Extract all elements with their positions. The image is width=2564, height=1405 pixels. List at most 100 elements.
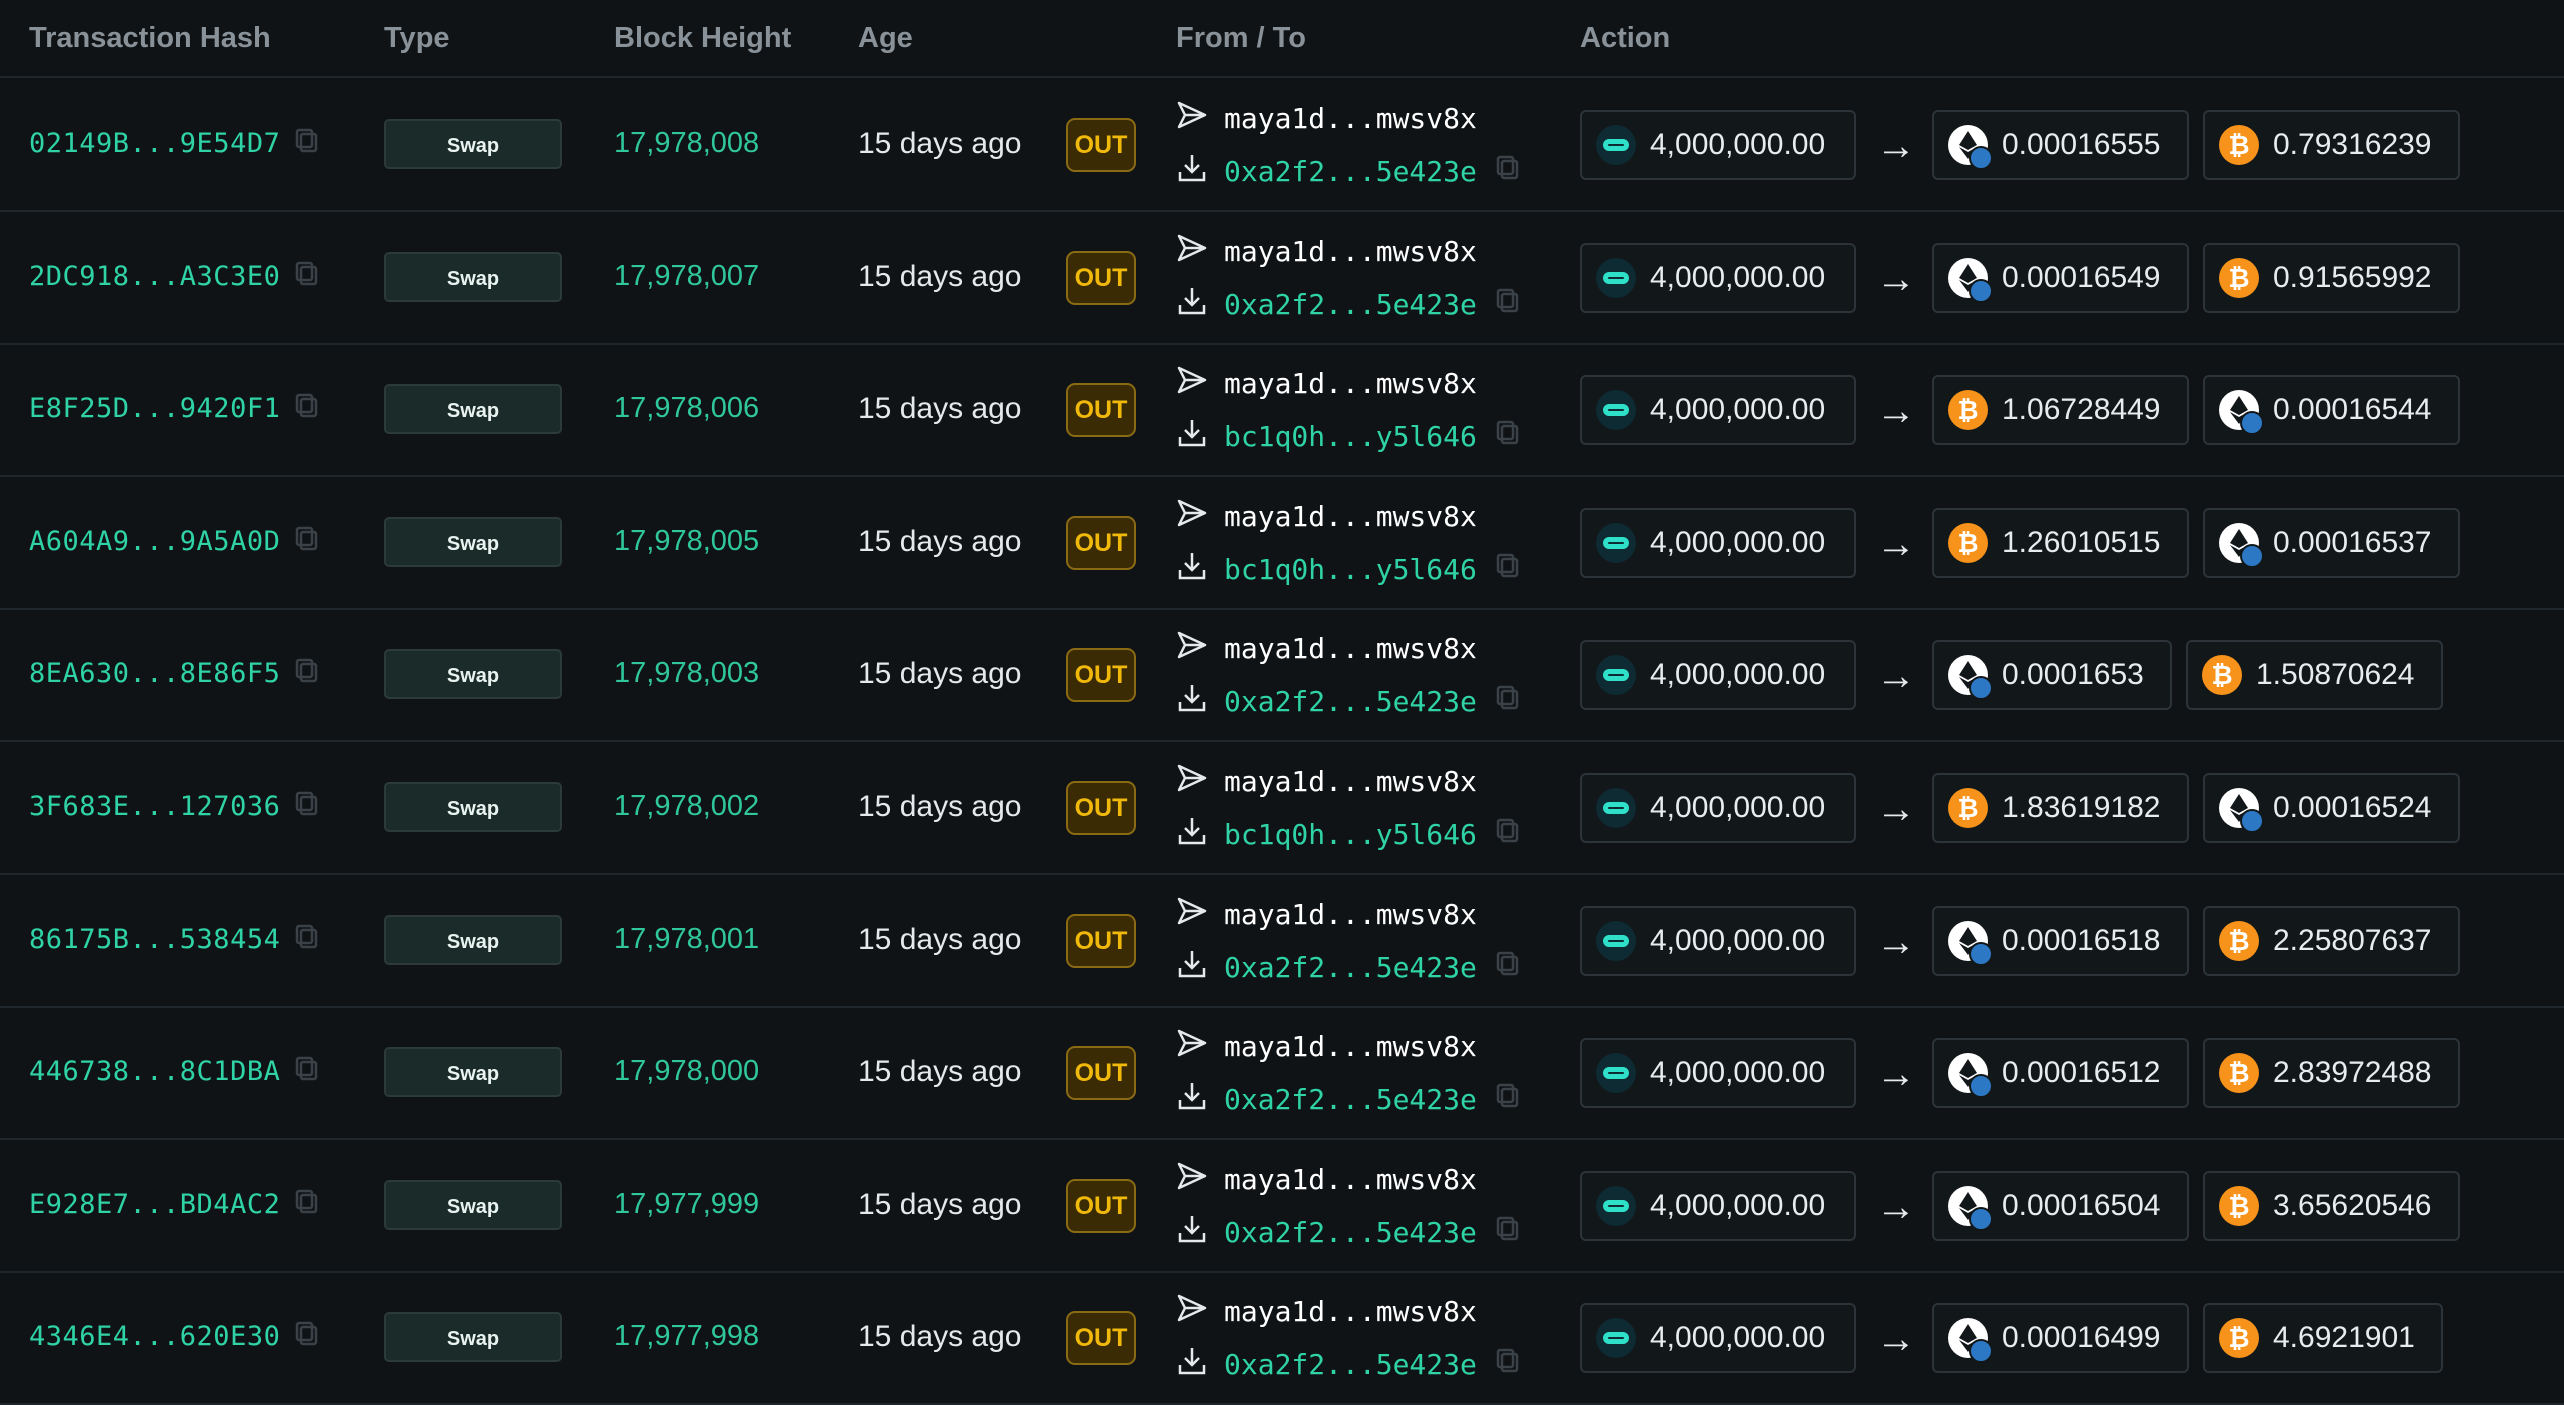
copy-icon[interactable]: [1495, 950, 1537, 985]
to-address[interactable]: bc1q0h...y5l646: [1176, 417, 1537, 456]
transaction-hash-text[interactable]: 446738...8C1DBA: [29, 1056, 280, 1087]
transaction-hash-text[interactable]: 3F683E...127036: [29, 791, 280, 822]
to-address[interactable]: 0xa2f2...5e423e: [1176, 1213, 1537, 1252]
block-height-link[interactable]: 17,978,000: [614, 1055, 759, 1088]
copy-icon[interactable]: [294, 127, 320, 162]
bitcoin-icon: ₿: [2202, 655, 2242, 696]
from-address[interactable]: maya1d...mwsv8x: [1176, 498, 1477, 535]
block-height-link[interactable]: 17,978,005: [614, 525, 759, 558]
to-address-text[interactable]: bc1q0h...y5l646: [1224, 553, 1477, 586]
to-address-text[interactable]: 0xa2f2...5e423e: [1224, 1083, 1477, 1116]
to-address-text[interactable]: bc1q0h...y5l646: [1224, 818, 1477, 851]
from-address[interactable]: maya1d...mwsv8x: [1176, 1161, 1477, 1198]
from-address-text[interactable]: maya1d...mwsv8x: [1224, 367, 1477, 400]
to-address-text[interactable]: 0xa2f2...5e423e: [1224, 685, 1477, 718]
from-address-text[interactable]: maya1d...mwsv8x: [1224, 102, 1477, 135]
copy-icon[interactable]: [294, 260, 320, 295]
transaction-hash-link[interactable]: 8EA630...8E86F5: [29, 657, 320, 692]
from-address[interactable]: maya1d...mwsv8x: [1176, 1028, 1477, 1065]
transaction-hash-link[interactable]: 2DC918...A3C3E0: [29, 260, 320, 295]
copy-icon[interactable]: [1495, 154, 1537, 189]
from-address[interactable]: maya1d...mwsv8x: [1176, 365, 1477, 402]
copy-icon[interactable]: [294, 525, 320, 560]
transaction-hash-link[interactable]: 4346E4...620E30: [29, 1320, 320, 1355]
send-icon: [1176, 763, 1224, 800]
from-address[interactable]: maya1d...mwsv8x: [1176, 100, 1477, 137]
block-height-link[interactable]: 17,977,998: [614, 1320, 759, 1353]
block-height-link[interactable]: 17,978,002: [614, 790, 759, 823]
transaction-hash-text[interactable]: 02149B...9E54D7: [29, 128, 280, 159]
transaction-hash-text[interactable]: E928E7...BD4AC2: [29, 1189, 280, 1220]
copy-icon[interactable]: [1495, 1215, 1537, 1250]
block-height-link[interactable]: 17,978,003: [614, 657, 759, 690]
input-amount: 4,000,000.00: [1650, 525, 1826, 559]
to-address[interactable]: bc1q0h...y5l646: [1176, 815, 1537, 854]
transaction-hash-link[interactable]: E8F25D...9420F1: [29, 392, 320, 427]
receive-icon: [1176, 285, 1224, 324]
to-address[interactable]: 0xa2f2...5e423e: [1176, 1080, 1537, 1119]
to-address[interactable]: bc1q0h...y5l646: [1176, 550, 1537, 589]
block-height-link[interactable]: 17,978,008: [614, 127, 759, 160]
copy-icon[interactable]: [294, 392, 320, 427]
copy-icon[interactable]: [294, 923, 320, 958]
copy-icon[interactable]: [1495, 287, 1537, 322]
to-address[interactable]: 0xa2f2...5e423e: [1176, 948, 1537, 987]
transaction-hash-link[interactable]: 86175B...538454: [29, 923, 320, 958]
transaction-hash-text[interactable]: E8F25D...9420F1: [29, 393, 280, 424]
from-address-text[interactable]: maya1d...mwsv8x: [1224, 1163, 1477, 1196]
copy-icon[interactable]: [1495, 817, 1537, 852]
block-height-link[interactable]: 17,978,001: [614, 923, 759, 956]
from-address-text[interactable]: maya1d...mwsv8x: [1224, 1030, 1477, 1063]
from-address-text[interactable]: maya1d...mwsv8x: [1224, 500, 1477, 533]
from-address[interactable]: maya1d...mwsv8x: [1176, 1293, 1477, 1330]
to-address-text[interactable]: 0xa2f2...5e423e: [1224, 1216, 1477, 1249]
transaction-hash-text[interactable]: 86175B...538454: [29, 924, 280, 955]
transaction-hash-link[interactable]: E928E7...BD4AC2: [29, 1188, 320, 1223]
copy-icon[interactable]: [294, 1320, 320, 1355]
copy-icon[interactable]: [1495, 1347, 1537, 1382]
to-address-text[interactable]: 0xa2f2...5e423e: [1224, 951, 1477, 984]
from-address-text[interactable]: maya1d...mwsv8x: [1224, 765, 1477, 798]
block-height-link[interactable]: 17,978,007: [614, 260, 759, 293]
direction-badge: OUT: [1066, 383, 1136, 438]
from-address[interactable]: maya1d...mwsv8x: [1176, 233, 1477, 270]
receive-icon: [1176, 815, 1224, 854]
to-address[interactable]: 0xa2f2...5e423e: [1176, 152, 1537, 191]
to-address[interactable]: 0xa2f2...5e423e: [1176, 682, 1537, 721]
copy-icon[interactable]: [294, 790, 320, 825]
type-badge: Swap: [384, 1312, 562, 1363]
copy-icon[interactable]: [294, 1055, 320, 1090]
ethereum-icon: [2219, 522, 2264, 568]
copy-icon[interactable]: [294, 657, 320, 692]
table-row: 8EA630...8E86F5 Swap 17,978,003 15 days …: [0, 610, 2564, 743]
transaction-hash-link[interactable]: A604A9...9A5A0D: [29, 525, 320, 560]
to-address-text[interactable]: 0xa2f2...5e423e: [1224, 155, 1477, 188]
from-address-text[interactable]: maya1d...mwsv8x: [1224, 632, 1477, 665]
to-address-text[interactable]: bc1q0h...y5l646: [1224, 420, 1477, 453]
transaction-hash-link[interactable]: 02149B...9E54D7: [29, 127, 320, 162]
from-address[interactable]: maya1d...mwsv8x: [1176, 630, 1477, 667]
copy-icon[interactable]: [294, 1188, 320, 1223]
block-height-link[interactable]: 17,977,999: [614, 1188, 759, 1221]
block-height-link[interactable]: 17,978,006: [614, 392, 759, 425]
to-address[interactable]: 0xa2f2...5e423e: [1176, 285, 1537, 324]
transaction-hash-link[interactable]: 446738...8C1DBA: [29, 1055, 320, 1090]
copy-icon[interactable]: [1495, 419, 1537, 454]
copy-icon[interactable]: [1495, 552, 1537, 587]
to-address-text[interactable]: 0xa2f2...5e423e: [1224, 288, 1477, 321]
transaction-hash-text[interactable]: 4346E4...620E30: [29, 1321, 280, 1352]
to-address-text[interactable]: 0xa2f2...5e423e: [1224, 1348, 1477, 1381]
transaction-hash-text[interactable]: A604A9...9A5A0D: [29, 526, 280, 557]
from-address-text[interactable]: maya1d...mwsv8x: [1224, 235, 1477, 268]
copy-icon[interactable]: [1495, 684, 1537, 719]
transaction-hash-text[interactable]: 8EA630...8E86F5: [29, 658, 280, 689]
transaction-hash-link[interactable]: 3F683E...127036: [29, 790, 320, 825]
from-address[interactable]: maya1d...mwsv8x: [1176, 763, 1477, 800]
from-address-text[interactable]: maya1d...mwsv8x: [1224, 1295, 1477, 1328]
transaction-hash-text[interactable]: 2DC918...A3C3E0: [29, 261, 280, 292]
from-address[interactable]: maya1d...mwsv8x: [1176, 896, 1477, 933]
right-arrow-icon: →: [1876, 1052, 1916, 1097]
from-address-text[interactable]: maya1d...mwsv8x: [1224, 898, 1477, 931]
to-address[interactable]: 0xa2f2...5e423e: [1176, 1345, 1537, 1384]
copy-icon[interactable]: [1495, 1082, 1537, 1117]
